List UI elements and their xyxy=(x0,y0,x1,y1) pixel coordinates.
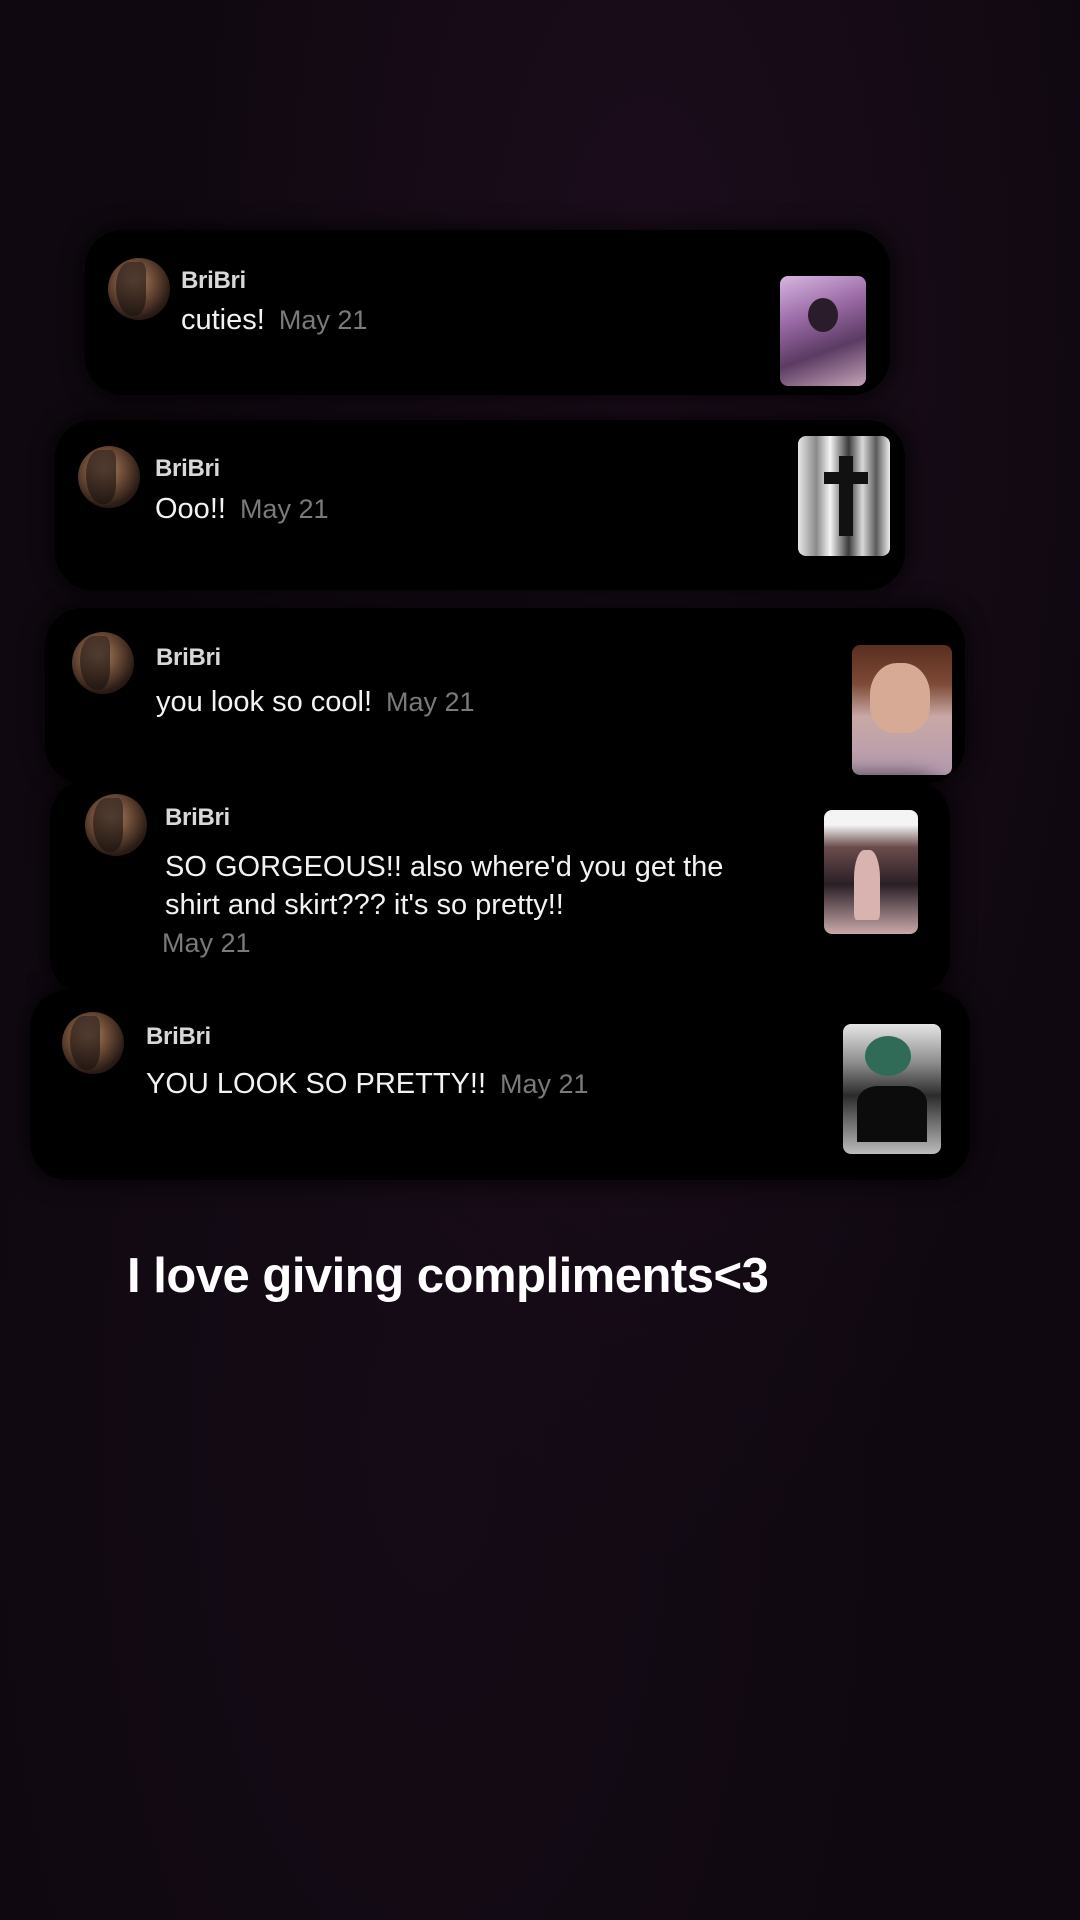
user-avatar[interactable] xyxy=(72,632,134,694)
comment-text: SO GORGEOUS!! also where'd you get the s… xyxy=(165,851,724,921)
video-thumbnail[interactable] xyxy=(843,1024,941,1154)
video-thumbnail[interactable] xyxy=(798,436,890,556)
comment-username[interactable]: BriBri xyxy=(146,1023,211,1051)
comment-text: you look so cool! May 21 xyxy=(156,683,475,721)
video-thumbnail[interactable] xyxy=(824,810,918,934)
comment-body: Ooo!! xyxy=(155,493,226,525)
comment-body: you look so cool! xyxy=(156,686,373,718)
video-thumbnail[interactable] xyxy=(852,645,952,775)
overlay-caption: I love giving compliments<3 xyxy=(127,1249,769,1303)
comment-date: May 21 xyxy=(239,494,329,524)
user-avatar[interactable] xyxy=(108,258,170,320)
comment-body: cuties! xyxy=(181,304,265,336)
comment-date: May 21 xyxy=(278,305,368,335)
user-avatar[interactable] xyxy=(62,1012,124,1074)
comment-text: cuties! May 21 xyxy=(181,301,367,339)
video-thumbnail[interactable] xyxy=(780,276,866,386)
comment-date: May 21 xyxy=(162,928,251,958)
comment-text: Ooo!! May 21 xyxy=(155,490,328,528)
comment-body: YOU LOOK SO PRETTY!! xyxy=(146,1068,487,1100)
user-avatar[interactable] xyxy=(85,794,147,856)
comment-username[interactable]: BriBri xyxy=(155,455,220,483)
user-avatar[interactable] xyxy=(78,446,140,508)
comment-username[interactable]: BriBri xyxy=(165,804,230,832)
comment-username[interactable]: BriBri xyxy=(156,644,221,672)
comment-text: YOU LOOK SO PRETTY!! May 21 xyxy=(146,1065,589,1103)
comment-date: May 21 xyxy=(500,1069,589,1099)
comment-username[interactable]: BriBri xyxy=(181,267,246,295)
comment-date: May 21 xyxy=(386,687,475,717)
